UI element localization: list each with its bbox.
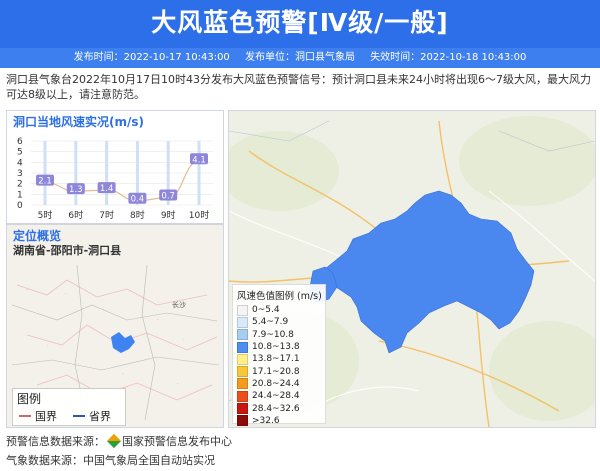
x-tick-label: 7时 <box>99 209 114 221</box>
warning-source-name: 国家预警信息发布中心 <box>122 435 232 448</box>
wind-legend-item: 13.8~17.1 <box>237 353 325 365</box>
y-tick-label: 5 <box>17 148 23 158</box>
warning-summary: 洞口县气象台2022年10月17日10时43分发布大风蓝色预警信号：预计洞口县未… <box>6 73 591 101</box>
y-tick-label: 0 <box>17 201 23 211</box>
wind-legend-swatch <box>237 353 248 365</box>
wind-legend-label: 28.4~32.6 <box>252 403 300 414</box>
x-tick-label: 10时 <box>189 209 209 221</box>
wind-legend-label: 5.4~7.9 <box>252 317 289 328</box>
wind-legend-item: 24.4~28.4 <box>237 390 325 402</box>
data-label: 4.1 <box>192 155 206 165</box>
x-tick-label: 8时 <box>130 209 145 221</box>
y-tick-label: 2 <box>17 180 23 190</box>
wind-legend-swatch <box>237 390 248 402</box>
map-legend-title: 图例 <box>17 392 42 406</box>
svg-text:·: · <box>27 287 29 293</box>
country-border-swatch <box>19 415 31 417</box>
warning-header: 大风蓝色预警[Ⅳ级/一般] <box>0 0 600 48</box>
wind-legend-item: 0~5.4 <box>237 304 325 316</box>
issuer: 发布单位：洞口县气象局 <box>245 52 355 63</box>
x-tick-label: 6时 <box>68 209 83 221</box>
y-tick-label: 6 <box>17 137 23 147</box>
wind-speed-legend: 风速色值图例 (m/s) 0~5.4 5.4~7.9 7.9~10.8 10.8~13… <box>232 284 326 427</box>
wind-legend-item: 10.8~13.8 <box>237 341 325 353</box>
expire-time: 失效时间：2022-10-18 10:43:00 <box>370 52 527 63</box>
weather-source: 气象数据来源：中国气象局全国自动站实况 <box>6 454 215 467</box>
wind-legend-label: 0~5.4 <box>252 305 280 316</box>
warning-source: 预警信息数据来源： 国家预警信息发布中心 <box>6 433 232 449</box>
map-label-changsha: 长沙 <box>172 300 186 309</box>
warning-source-label: 预警信息数据来源： <box>6 435 105 448</box>
wind-legend-swatch <box>237 341 248 353</box>
warning-title: 大风蓝色预警[Ⅳ级/一般] <box>151 8 449 37</box>
svg-text:·: · <box>157 317 159 323</box>
data-label: 1.4 <box>100 184 114 194</box>
x-tick-label: 5时 <box>38 209 53 221</box>
wind-legend-item: 28.4~32.6 <box>237 402 325 415</box>
svg-text:·: · <box>183 337 185 343</box>
svg-text:·: · <box>122 371 124 377</box>
wind-legend-label: >32.6 <box>252 415 280 426</box>
wind-legend-swatch <box>237 316 248 328</box>
wind-legend-label: 13.8~17.1 <box>252 354 300 365</box>
y-tick-label: 1 <box>17 190 23 200</box>
x-tick-label: 9时 <box>161 209 176 221</box>
y-tick-label: 3 <box>17 169 23 179</box>
svg-text:·: · <box>177 381 179 387</box>
data-label: 1.3 <box>69 185 83 195</box>
wind-speed-chart-panel: 洞口当地风速实况(m/s) 0 1 2 3 4 5 6 5时 6时 7时 8时 9时 10时 2.1 1.3… <box>6 110 224 224</box>
wind-legend-label: 24.4~28.4 <box>252 391 300 402</box>
wind-legend-swatch <box>237 415 248 427</box>
wind-legend-label: 10.8~13.8 <box>252 342 300 353</box>
y-tick-label: 4 <box>17 158 23 168</box>
map-legend: 图例 国界 省界 <box>12 388 126 426</box>
wind-legend-item: 20.8~24.4 <box>237 378 325 390</box>
svg-text:·: · <box>103 307 105 313</box>
data-label: 0.7 <box>161 192 175 202</box>
wind-legend-swatch <box>237 304 248 316</box>
wind-legend-swatch <box>237 403 248 415</box>
province-border-swatch <box>73 415 85 417</box>
wind-speed-chart: 0123456 5时 6时 7时 8时 9时 10时 2.1 1.3 1.4 0.4 0.7 4.1 <box>17 137 213 221</box>
wind-legend-swatch <box>237 378 248 390</box>
wind-legend-item: 17.1~20.8 <box>237 365 325 378</box>
wind-legend-swatch <box>237 329 248 341</box>
source-logo-icon <box>106 433 122 449</box>
province-border-label: 省界 <box>89 410 111 423</box>
wind-legend-swatch <box>237 366 248 378</box>
country-border-label: 国界 <box>35 410 57 423</box>
data-label: 0.4 <box>131 195 145 205</box>
wind-legend-item: 7.9~10.8 <box>237 329 325 341</box>
wind-legend-item: 5.4~7.9 <box>237 316 325 328</box>
data-label: 2.1 <box>38 177 52 187</box>
wind-legend-label: 20.8~24.4 <box>252 378 300 389</box>
location-text: 湖南省-邵阳市-洞口县 <box>13 244 122 257</box>
warning-meta-bar: 发布时间：2022-10-17 10:43:00 发布单位：洞口县气象局 失效时… <box>0 48 600 68</box>
wind-legend-label: 17.1~20.8 <box>252 366 300 377</box>
issue-time: 发布时间：2022-10-17 10:43:00 <box>73 52 230 63</box>
wind-legend-label: 7.9~10.8 <box>252 329 294 340</box>
svg-text:·: · <box>47 343 49 349</box>
wind-legend-item: >32.6 <box>237 415 325 427</box>
wind-legend-title: 风速色值图例 (m/s) <box>237 291 322 302</box>
svg-text:·: · <box>65 291 67 297</box>
